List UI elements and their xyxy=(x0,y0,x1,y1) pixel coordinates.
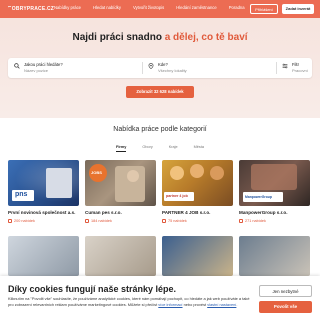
tab-fields[interactable]: Obory xyxy=(142,145,152,152)
filter-value[interactable]: Pracovní xyxy=(292,68,308,73)
company-name: Cuman pes s.r.o. xyxy=(85,210,122,215)
briefcase-icon xyxy=(162,219,166,223)
job-search-label: Jakou práci hledáte? xyxy=(24,62,63,67)
headline-accent: a dělej, co tě baví xyxy=(164,32,248,43)
offer-count: 184 nabídek xyxy=(91,219,112,223)
necessary-only-button[interactable]: Jen nezbytné xyxy=(259,285,312,297)
company-image[interactable] xyxy=(8,236,79,276)
offer-count: 75 nabídek xyxy=(168,219,187,223)
company-name: První novinová společnost a.s. xyxy=(8,210,76,215)
company-name: PARTNER 4 JOB s.r.o. xyxy=(162,210,211,215)
divider xyxy=(276,62,277,74)
location-input[interactable]: Všechny lokality xyxy=(158,68,187,73)
company-image: ManpowerGroup xyxy=(239,160,310,206)
nav-links: Nabídky práce Hledat nabídky Vytvořit ži… xyxy=(54,5,257,10)
headline-text: Najdi práci snadno xyxy=(72,32,165,43)
briefcase-icon xyxy=(239,219,243,223)
cookie-banner: Díky cookies fungují naše stránky lépe. … xyxy=(0,276,320,331)
company-logo: JOBS xyxy=(89,164,107,182)
more-info-link[interactable]: více informací xyxy=(158,302,182,307)
company-image[interactable] xyxy=(162,236,233,276)
offer-count: 271 nabídek xyxy=(245,219,266,223)
company-image: partner 4 job xyxy=(162,160,233,206)
nav-link-cv[interactable]: Vytvořit životopis xyxy=(133,5,164,10)
company-card[interactable]: ManpowerGroup ManpowerGroup s.r.o. 271 n… xyxy=(239,160,310,232)
company-image: JOBS xyxy=(85,160,156,206)
job-search-field[interactable]: Jakou práci hledáte? Název pozice xyxy=(14,61,134,75)
search-icon xyxy=(14,63,20,69)
cookie-title: Díky cookies fungují naše stránky lépe. xyxy=(8,284,177,294)
briefcase-icon xyxy=(8,219,12,223)
filter-field[interactable]: Filtr Pracovní xyxy=(282,61,310,75)
company-name: ManpowerGroup s.r.o. xyxy=(239,210,288,215)
company-logo: ManpowerGroup xyxy=(243,192,283,202)
categories-title: Nabídka práce podle kategorií xyxy=(113,126,207,133)
tab-cities[interactable]: Města xyxy=(194,145,204,152)
top-navigation: DOBRYPRACE.CZ Nabídky práce Hledat nabíd… xyxy=(0,0,320,18)
site-logo[interactable]: DOBRYPRACE.CZ xyxy=(6,4,54,14)
custom-settings-link[interactable]: vlastní nastavení xyxy=(207,302,236,307)
nav-link-hiring[interactable]: Hledání zaměstnance xyxy=(176,5,217,10)
company-card[interactable]: JOBS Cuman pes s.r.o. 184 nabídek xyxy=(85,160,156,232)
location-label: Kde? xyxy=(158,62,168,67)
logo-text: DOBRYPRACE.CZ xyxy=(8,6,55,12)
page-title: Najdi práci snadno a dělej, co tě baví xyxy=(0,32,320,43)
filter-icon xyxy=(282,63,288,69)
company-logo: pns xyxy=(12,190,34,201)
company-logo: partner 4 job xyxy=(164,192,194,201)
show-offers-button[interactable]: Zobrazit 32 628 nabídek xyxy=(126,86,194,98)
offer-count: 200 nabídek xyxy=(14,219,35,223)
filter-label: Filtr xyxy=(292,62,299,67)
company-card[interactable]: partner 4 job PARTNER 4 JOB s.r.o. 75 na… xyxy=(162,160,233,232)
location-field[interactable]: Kde? Všechny lokality xyxy=(148,61,268,75)
login-button[interactable]: Přihlášení xyxy=(250,4,278,14)
cookie-text: Kliknutím na "Povolit vše" souhlasíte, ž… xyxy=(8,296,250,307)
nav-link-search[interactable]: Hledat nabídky xyxy=(93,5,121,10)
search-bar: Jakou práci hledáte? Název pozice Kde? V… xyxy=(8,58,312,78)
category-tabs: Firmy Obory Kraje Města xyxy=(0,145,320,152)
tab-regions[interactable]: Kraje xyxy=(169,145,178,152)
briefcase-icon xyxy=(85,219,89,223)
company-image[interactable] xyxy=(85,236,156,276)
nav-link-jobs[interactable]: Nabídky práce xyxy=(54,5,81,10)
divider xyxy=(142,62,143,74)
allow-all-button[interactable]: Povolit vše xyxy=(259,301,312,313)
tab-firms[interactable]: Firmy xyxy=(116,145,127,152)
location-pin-icon xyxy=(148,63,154,69)
company-image[interactable] xyxy=(239,236,310,276)
nav-link-advice[interactable]: Poradna xyxy=(229,5,245,10)
company-card[interactable]: pns První novinová společnost a.s. 200 n… xyxy=(8,160,79,232)
hero-section: DOBRYPRACE.CZ Nabídky práce Hledat nabíd… xyxy=(0,0,320,118)
company-image: pns xyxy=(8,160,79,206)
job-search-input[interactable]: Název pozice xyxy=(24,68,48,73)
post-ad-button[interactable]: Zadat inzerát xyxy=(282,4,314,14)
